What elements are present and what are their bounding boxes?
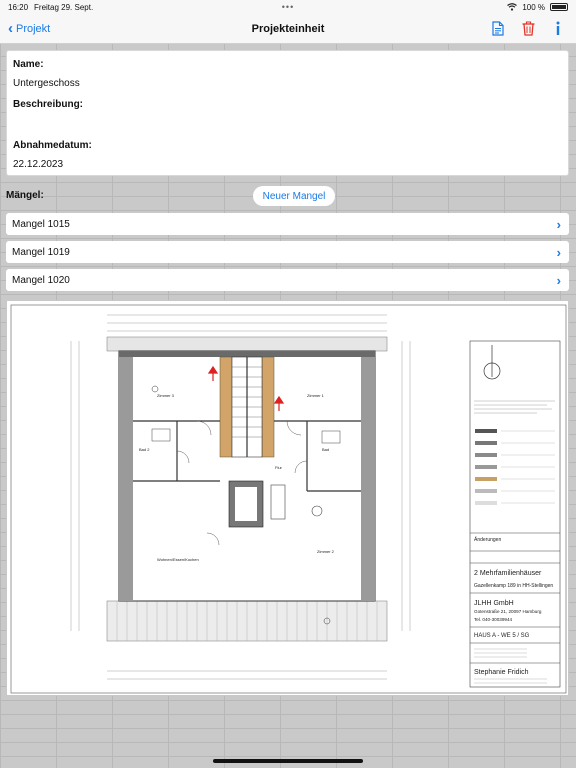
status-bar: 16:20 Freitag 29. Sept. ••• 100 % (0, 0, 576, 14)
acceptance-date-label: Abnahmedatum: (13, 140, 92, 151)
acceptance-date-value: 22.12.2023 (13, 159, 64, 170)
svg-text:Zimmer 2: Zimmer 2 (317, 549, 335, 554)
defect-list-item[interactable]: Mangel 1015 › (6, 213, 569, 235)
defect-list-item[interactable]: Mangel 1019 › (6, 241, 569, 263)
name-value: Untergeschoss (13, 78, 80, 89)
back-button[interactable]: ‹ Projekt (8, 21, 50, 36)
chevron-right-icon: › (556, 272, 561, 288)
back-label: Projekt (16, 22, 51, 35)
svg-text:Flur: Flur (275, 465, 283, 470)
plan-project-title: 2 Mehrfamilienhäuser (474, 570, 542, 577)
chevron-left-icon: ‹ (8, 20, 13, 37)
plan-sheet: HAUS A - WE 5 / SG (474, 633, 530, 639)
home-indicator[interactable] (213, 759, 363, 763)
plan-changes-heading: Änderungen (474, 536, 501, 543)
svg-text:Wohnen/Essen/Kochen: Wohnen/Essen/Kochen (157, 557, 199, 562)
plan-address: Gotenstraße 21, 20097 Hamburg (474, 609, 542, 614)
description-value (13, 118, 562, 130)
defects-header: Mängel: Neuer Mangel (6, 186, 569, 206)
wifi-icon (507, 3, 518, 11)
defect-label: Mangel 1020 (12, 274, 70, 286)
new-defect-button[interactable]: Neuer Mangel (253, 186, 335, 206)
floor-plan-image[interactable]: Zimmer 3 Zimmer 1 Wohnen/Essen/Kochen Zi… (6, 300, 569, 696)
plan-company: JLHH GmbH (474, 600, 514, 607)
multitask-dots-icon[interactable]: ••• (282, 2, 294, 12)
defects-label: Mängel: (6, 190, 44, 201)
plan-architect: Stephanie Fridich (474, 669, 529, 676)
svg-text:Bad: Bad (322, 447, 329, 452)
floor-plan-drawing: Zimmer 3 Zimmer 1 Wohnen/Essen/Kochen Zi… (10, 304, 567, 694)
trash-icon[interactable] (520, 20, 536, 38)
document-icon[interactable] (490, 20, 506, 38)
status-time: 16:20 (8, 2, 29, 12)
battery-icon (550, 3, 568, 11)
svg-text:Zimmer 3: Zimmer 3 (157, 393, 175, 398)
name-label: Name: (13, 59, 44, 70)
status-date: Freitag 29. Sept. (34, 2, 94, 12)
svg-text:Zimmer 1: Zimmer 1 (307, 393, 325, 398)
chevron-right-icon: › (556, 216, 561, 232)
defect-label: Mangel 1019 (12, 246, 70, 258)
defect-label: Mangel 1015 (12, 218, 70, 230)
info-card: Name: Untergeschoss Beschreibung: Abnahm… (6, 50, 569, 176)
battery-percent: 100 % (522, 2, 545, 12)
defect-list-item[interactable]: Mangel 1020 › (6, 269, 569, 291)
navigation-bar: ‹ Projekt Projekteinheit (0, 14, 576, 44)
plan-phone: Tel. 040-30039944 (474, 617, 513, 622)
chevron-right-icon: › (556, 244, 561, 260)
svg-text:Bad 2: Bad 2 (139, 447, 150, 452)
description-label: Beschreibung: (13, 99, 84, 110)
plan-project-subtitle: Gazellenkamp 189 in HH-Stellingen (474, 583, 553, 589)
info-icon[interactable] (550, 20, 566, 38)
